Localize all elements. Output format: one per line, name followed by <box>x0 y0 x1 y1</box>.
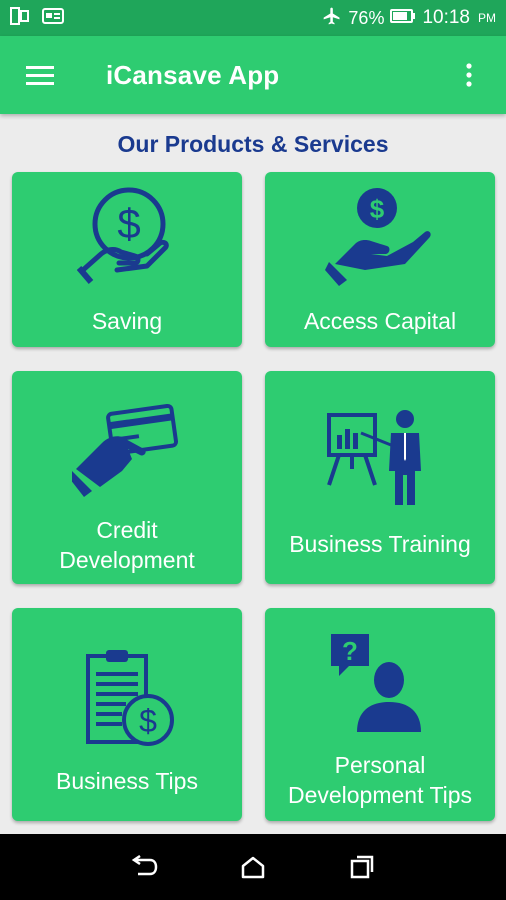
back-button[interactable] <box>124 847 164 887</box>
clipboard-dollar-icon: $ <box>12 648 242 752</box>
tile-business-tips[interactable]: $ Business Tips <box>12 608 242 821</box>
tile-access-capital[interactable]: $ Access Capital <box>265 172 495 347</box>
status-right: 76% 10:18 PM <box>322 6 496 31</box>
home-icon <box>241 856 265 879</box>
overflow-menu-icon[interactable] <box>454 57 484 93</box>
home-button[interactable] <box>233 847 273 887</box>
tile-label: Credit Development <box>12 515 242 575</box>
app-bar: iCansave App <box>0 36 506 114</box>
sim-icon <box>10 6 30 30</box>
status-bar: 76% 10:18 PM <box>0 0 506 36</box>
tile-label: Access Capital <box>303 308 457 334</box>
svg-text:$: $ <box>117 200 140 247</box>
system-nav-bar <box>0 834 506 900</box>
clock-ampm: PM <box>478 11 496 25</box>
svg-text:$: $ <box>139 703 157 739</box>
airplane-icon <box>322 6 342 31</box>
tile-personal-development-tips[interactable]: ? Personal Development Tips <box>265 608 495 821</box>
tile-label: Personal Development Tips <box>265 750 495 810</box>
tile-label: Business Tips <box>56 768 198 794</box>
tile-business-training[interactable]: Business Training <box>265 371 495 584</box>
hamburger-menu-icon[interactable] <box>22 57 58 93</box>
app-title: iCansave App <box>106 59 280 90</box>
card-icon <box>42 7 64 29</box>
battery-icon <box>390 8 416 29</box>
battery-percent: 76% <box>348 7 385 28</box>
hand-credit-card-icon <box>12 399 242 499</box>
presenter-board-icon <box>265 409 495 509</box>
svg-text:$: $ <box>370 194 385 224</box>
tile-label: Saving <box>91 308 163 334</box>
tile-label: Business Training <box>289 531 471 557</box>
hand-dollar-coin-icon: $ <box>12 186 242 286</box>
hand-receiving-coin-icon: $ <box>265 186 495 286</box>
recents-button[interactable] <box>342 847 382 887</box>
back-arrow-icon <box>132 855 158 876</box>
tile-label-text: Credit Development <box>59 517 195 573</box>
person-question-icon: ? <box>265 632 495 736</box>
tile-saving[interactable]: $ Saving <box>12 172 242 347</box>
recent-apps-icon <box>350 855 373 879</box>
tile-credit-development[interactable]: Credit Development <box>12 371 242 584</box>
tile-label-text: Personal Development Tips <box>287 752 473 808</box>
clock-time: 10:18 <box>422 7 470 28</box>
status-left <box>10 6 64 30</box>
svg-text:?: ? <box>342 636 358 666</box>
section-title: Our Products & Services <box>117 131 389 157</box>
